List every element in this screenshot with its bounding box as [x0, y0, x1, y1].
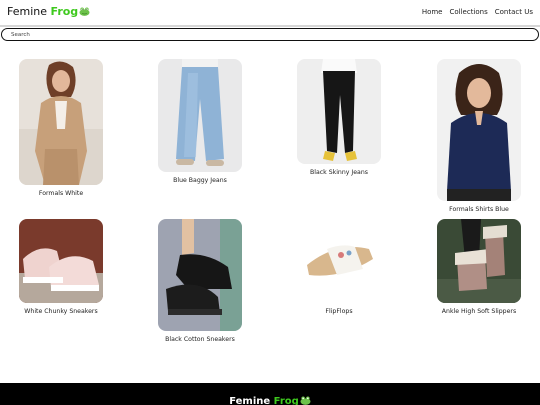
product-image[interactable]: [19, 59, 103, 185]
nav-collections[interactable]: Collections: [449, 8, 487, 16]
product-card[interactable]: White Chunky Sneakers: [18, 219, 104, 315]
header-divider: [0, 25, 540, 27]
nav-contact-us[interactable]: Contact Us: [495, 8, 533, 16]
site-footer: Femine Frog: [0, 383, 540, 405]
frog-icon: [79, 7, 90, 16]
product-name: FlipFlops: [325, 308, 353, 315]
product-name: Formals White: [38, 190, 84, 197]
product-card[interactable]: Formals White: [18, 59, 104, 197]
nav-home[interactable]: Home: [422, 8, 443, 16]
product-image[interactable]: [158, 59, 242, 172]
product-name: Ankle High Soft Slippers: [441, 308, 517, 315]
product-image[interactable]: [297, 59, 381, 164]
site-header: Femine Frog Home Collections Contact Us: [0, 0, 540, 26]
product-name: Black Cotton Sneakers: [165, 336, 235, 343]
product-image[interactable]: [297, 219, 381, 303]
product-name: Blue Baggy Jeans: [173, 177, 227, 184]
product-card[interactable]: Formals Shirts Blue: [436, 59, 522, 213]
product-image[interactable]: [437, 59, 521, 201]
product-card[interactable]: Black Skinny Jeans: [296, 59, 382, 176]
main-nav: Home Collections Contact Us: [422, 8, 533, 16]
brand-name: Femine: [7, 5, 51, 18]
frog-icon: [300, 396, 311, 405]
footer-brand-accent: Frog: [273, 396, 299, 405]
footer-brand[interactable]: Femine Frog: [0, 396, 540, 405]
product-name: Black Skinny Jeans: [310, 169, 368, 176]
product-image[interactable]: [437, 219, 521, 303]
product-name: Formals Shirts Blue: [449, 206, 509, 213]
product-name: White Chunky Sneakers: [24, 308, 98, 315]
brand-accent: Frog: [50, 5, 79, 18]
search-input[interactable]: [1, 28, 539, 41]
brand-logo[interactable]: Femine Frog: [7, 5, 90, 18]
product-image[interactable]: [158, 219, 242, 331]
footer-brand-name: Femine: [229, 396, 274, 405]
product-card[interactable]: Black Cotton Sneakers: [157, 219, 243, 343]
product-card[interactable]: FlipFlops: [296, 219, 382, 315]
product-card[interactable]: Ankle High Soft Slippers: [436, 219, 522, 315]
product-image[interactable]: [19, 219, 103, 303]
product-card[interactable]: Blue Baggy Jeans: [157, 59, 243, 184]
